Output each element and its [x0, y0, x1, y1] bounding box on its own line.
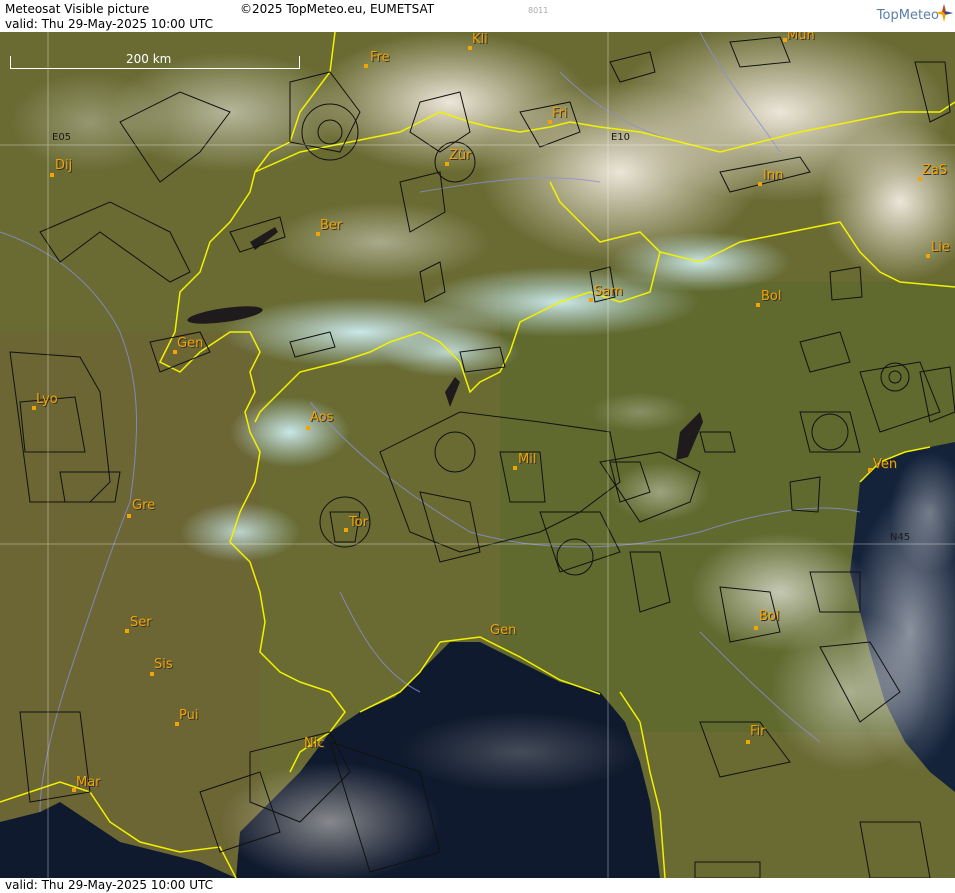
- city-label-ber[interactable]: Ber: [320, 218, 342, 233]
- city-label-mar[interactable]: Mar: [76, 775, 101, 790]
- image-code: 8011: [528, 6, 549, 15]
- city-dot: [756, 303, 760, 307]
- grid-label-e10: E10: [611, 132, 631, 143]
- city-dot: [50, 173, 54, 177]
- topmeteo-logo[interactable]: TopMeteo: [877, 8, 939, 23]
- city-dot: [364, 64, 368, 68]
- grid-label-n45: N45: [890, 532, 911, 543]
- city-dot: [344, 528, 348, 532]
- city-label-tor[interactable]: Tor: [349, 515, 368, 530]
- valid-time: valid: Thu 29-May-2025 10:00 UTC: [5, 17, 214, 31]
- city-label-pui[interactable]: Pui: [179, 708, 198, 723]
- city-label-sam[interactable]: Sam: [594, 284, 623, 299]
- city-dot: [754, 626, 758, 630]
- city-dot: [125, 629, 129, 633]
- city-label-ser[interactable]: Ser: [130, 615, 152, 630]
- city-label-inn[interactable]: Inn: [763, 168, 783, 183]
- city-label-bol-north[interactable]: Bol: [761, 289, 781, 304]
- product-title: Meteosat Visible picture: [5, 2, 150, 16]
- city-label-aos[interactable]: Aos: [310, 410, 333, 425]
- compass-star-icon: [935, 4, 953, 22]
- city-dot: [758, 182, 762, 186]
- satellite-map-frame: Meteosat Visible picture valid: Thu 29-M…: [0, 0, 955, 893]
- city-label-sis[interactable]: Sis: [154, 657, 173, 672]
- footer-valid-time: valid: Thu 29-May-2025 10:00 UTC: [5, 878, 214, 892]
- city-label-bol-south[interactable]: Bol: [759, 609, 779, 624]
- city-label-lyo[interactable]: Lyo: [36, 392, 58, 407]
- city-dot: [513, 466, 517, 470]
- city-label-gen-geneva[interactable]: Gen: [177, 336, 203, 351]
- city-dot: [926, 254, 930, 258]
- scale-label: 200 km: [126, 52, 172, 66]
- city-dot: [868, 468, 872, 472]
- city-label-fre[interactable]: Fre: [370, 50, 390, 65]
- city-dot: [127, 514, 131, 518]
- city-label-zur[interactable]: Zür: [449, 148, 472, 163]
- city-label-nic[interactable]: Nic: [304, 736, 324, 751]
- city-label-mil[interactable]: Mil: [518, 452, 536, 467]
- city-label-fir[interactable]: Fir: [750, 724, 766, 739]
- city-dot: [306, 426, 310, 430]
- city-label-dij[interactable]: Dij: [55, 158, 72, 173]
- copyright-text: ©2025 TopMeteo.eu, EUMETSAT: [240, 2, 435, 16]
- city-label-fri[interactable]: Fri: [552, 106, 568, 121]
- city-label-zas[interactable]: ZaS: [922, 163, 947, 178]
- city-label-mun[interactable]: Mun: [787, 32, 815, 43]
- city-label-kli[interactable]: Kli: [472, 32, 488, 47]
- header-bar: Meteosat Visible picture valid: Thu 29-M…: [0, 0, 955, 32]
- city-dot: [589, 298, 593, 302]
- map-canvas: [0, 32, 955, 878]
- city-label-lie[interactable]: Lie: [931, 240, 950, 255]
- grid-label-e05: E05: [52, 132, 72, 143]
- city-label-ven[interactable]: Ven: [873, 457, 897, 472]
- city-dot: [746, 740, 750, 744]
- city-label-gen-genoa[interactable]: Gen: [490, 623, 516, 638]
- satellite-image[interactable]: 200 km E05 E10 N45 Kli Mun Fre Fri Dij Z…: [0, 32, 955, 878]
- footer-bar: valid: Thu 29-May-2025 10:00 UTC: [0, 878, 955, 893]
- city-label-gre[interactable]: Gre: [132, 498, 155, 513]
- city-dot: [150, 672, 154, 676]
